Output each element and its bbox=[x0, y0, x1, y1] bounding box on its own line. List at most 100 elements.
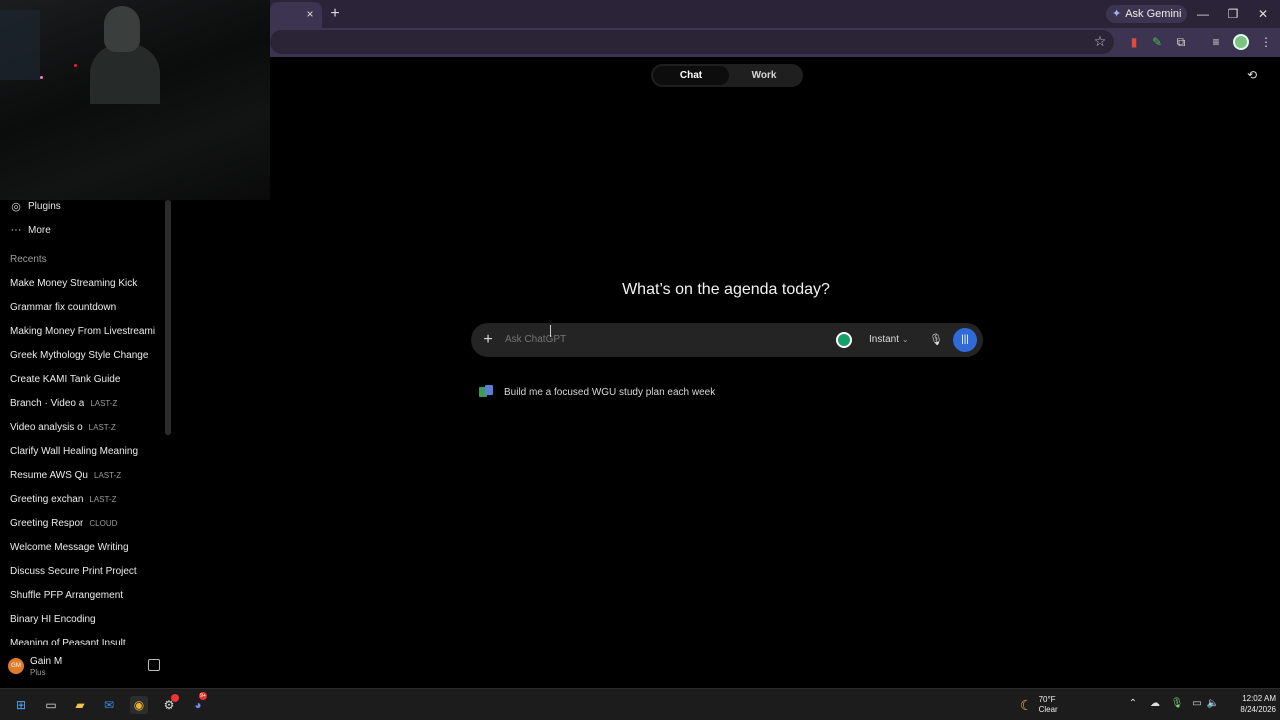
plugins-icon: ◎ bbox=[11, 200, 21, 213]
recent-chat-item[interactable]: Branch · Video a LAST-Z bbox=[10, 395, 155, 411]
recent-chat-title: Greeting exchan bbox=[10, 493, 84, 505]
recent-chat-title: Shuffle PFP Arrangement bbox=[10, 589, 124, 601]
chevron-down-icon: ⌄ bbox=[901, 335, 909, 344]
invite-gift-icon[interactable] bbox=[148, 659, 160, 671]
temporary-chat-icon[interactable]: ⟲ bbox=[1245, 68, 1259, 82]
recent-chat-item[interactable]: Welcome Message Writing bbox=[10, 539, 155, 555]
recent-chat-title: Making Money From Livestreamin bbox=[10, 325, 155, 337]
chat-composer: + Instant ⌄ 🎙 ||| bbox=[471, 323, 983, 357]
webcam-overlay bbox=[0, 0, 270, 200]
voice-mode-button[interactable]: ||| bbox=[953, 328, 977, 352]
tab-work[interactable]: Work bbox=[727, 66, 801, 85]
windows-start-icon[interactable]: ⊞ bbox=[12, 696, 30, 714]
recent-chat-title: Greek Mythology Style Change bbox=[10, 349, 149, 361]
network-icon[interactable]: ▭ bbox=[1190, 697, 1204, 711]
webcam-background-monitor bbox=[0, 10, 40, 80]
mic-tray-icon[interactable]: 🎙 bbox=[1170, 697, 1184, 711]
weather-temperature: 70°F bbox=[1038, 695, 1056, 704]
media-controls-icon[interactable]: ≡ bbox=[1208, 34, 1224, 50]
study-plan-icon bbox=[479, 385, 494, 399]
recent-chat-title: Make Money Streaming Kick bbox=[10, 277, 138, 289]
sidebar-item-more[interactable]: ··· More bbox=[10, 221, 51, 239]
address-bar[interactable] bbox=[270, 30, 1114, 54]
clock-date: 8/24/2026 bbox=[1240, 705, 1276, 714]
project-tag: CLOUD bbox=[89, 518, 118, 528]
more-icon: ··· bbox=[10, 224, 22, 236]
recent-chat-item[interactable]: Create KAMI Tank Guide bbox=[10, 371, 155, 387]
recent-chat-title: Resume AWS Qu bbox=[10, 469, 88, 481]
sidebar-item-plugins[interactable]: ◎ Plugins bbox=[10, 197, 61, 215]
recent-chat-title: Discuss Secure Print Project bbox=[10, 565, 137, 577]
outlook-icon[interactable]: ✉ bbox=[100, 696, 118, 714]
suggestion-item[interactable]: Build me a focused WGU study plan each w… bbox=[479, 383, 715, 401]
file-explorer-icon[interactable]: ▰ bbox=[71, 696, 89, 714]
system-clock[interactable]: 12:02 AM 8/24/2026 bbox=[1224, 693, 1276, 715]
discord-badge: 9+ bbox=[199, 692, 207, 700]
user-avatar: GM bbox=[8, 658, 24, 674]
tray-overflow-icon[interactable]: ⌃ bbox=[1126, 697, 1140, 711]
project-tag: LAST-Z bbox=[88, 422, 116, 432]
recent-chat-item[interactable]: Greek Mythology Style Change bbox=[10, 347, 155, 363]
close-window-icon[interactable]: ✕ bbox=[1252, 5, 1274, 23]
microphone-icon[interactable]: 🎙 bbox=[929, 331, 943, 349]
recent-chat-item[interactable]: Make Money Streaming Kick bbox=[10, 275, 155, 291]
sidebar-scrollbar[interactable] bbox=[165, 200, 171, 435]
chat-work-toggle: Chat Work bbox=[651, 64, 803, 87]
model-selector[interactable]: Instant ⌄ bbox=[869, 331, 917, 349]
weather-widget[interactable]: ☾ 70°F Clear bbox=[1020, 694, 1058, 716]
sidebar-item-label: More bbox=[28, 224, 51, 236]
task-view-icon[interactable]: ▭ bbox=[42, 696, 60, 714]
extension-pen-icon[interactable]: ✎ bbox=[1149, 34, 1165, 50]
restore-icon[interactable]: ❐ bbox=[1222, 5, 1244, 23]
add-attachment-icon[interactable]: + bbox=[481, 331, 495, 349]
bookmark-star-icon[interactable]: ☆ bbox=[1092, 33, 1108, 49]
recent-chat-item[interactable]: Making Money From Livestreamin bbox=[10, 323, 155, 339]
suggestion-text: Build me a focused WGU study plan each w… bbox=[504, 386, 716, 398]
tab-chat[interactable]: Chat bbox=[653, 66, 729, 85]
moon-icon: ☾ bbox=[1020, 696, 1033, 713]
clock-time: 12:02 AM bbox=[1242, 694, 1276, 703]
recent-chat-title: Welcome Message Writing bbox=[10, 541, 129, 553]
recent-chat-item[interactable]: Video analysis o LAST-Z bbox=[10, 419, 155, 435]
project-tag: LAST-Z bbox=[90, 398, 118, 408]
recent-chat-item[interactable]: Clarify Wall Healing Meaning bbox=[10, 443, 155, 459]
recent-chat-item[interactable]: Greeting exchan LAST-Z bbox=[10, 491, 155, 507]
recent-chat-item[interactable]: Grammar fix countdown bbox=[10, 299, 155, 315]
gemini-sparkle-icon: ✦ bbox=[1112, 8, 1122, 20]
recent-chat-item[interactable]: Resume AWS Qu LAST-Z bbox=[10, 467, 155, 483]
notification-dot bbox=[171, 694, 179, 702]
recent-chat-title: Create KAMI Tank Guide bbox=[10, 373, 121, 385]
recent-chat-item[interactable]: Greeting Respor CLOUD bbox=[10, 515, 155, 531]
recent-chat-item[interactable]: Binary HI Encoding bbox=[10, 611, 155, 627]
grammarly-icon[interactable] bbox=[836, 332, 852, 348]
recent-chat-item[interactable]: Meaning of Peasant Insult bbox=[10, 637, 155, 645]
recent-chat-title: Greeting Respor bbox=[10, 517, 84, 529]
user-account-menu[interactable]: GM Gain M Plus bbox=[8, 656, 168, 680]
recent-chat-title: Binary HI Encoding bbox=[10, 613, 96, 625]
model-label: Instant bbox=[869, 334, 900, 345]
extension-red-icon[interactable]: ▮ bbox=[1126, 34, 1142, 50]
volume-icon[interactable]: 🔈 bbox=[1206, 697, 1220, 711]
webcam-light bbox=[74, 64, 77, 67]
recent-chat-item[interactable]: Shuffle PFP Arrangement bbox=[10, 587, 155, 603]
minimize-icon[interactable]: — bbox=[1192, 5, 1214, 23]
webcam-person-head bbox=[104, 6, 140, 52]
weather-text: 70°F Clear bbox=[1039, 695, 1058, 715]
chrome-icon[interactable]: ◉ bbox=[130, 696, 148, 714]
browser-menu-icon[interactable]: ⋮ bbox=[1258, 34, 1274, 50]
sidebar-item-label: Plugins bbox=[28, 200, 61, 212]
recent-chat-title: Branch · Video a bbox=[10, 397, 85, 409]
tab-close-icon[interactable]: × bbox=[302, 6, 318, 22]
recent-chat-item[interactable]: Discuss Secure Print Project bbox=[10, 563, 155, 579]
taskbar: ⊞ ▭ ▰ ✉ ◉ ⚙ ◕ 9+ ☾ 70°F Clear ⌃ ☁ 🎙 ▭ 🔈 … bbox=[0, 688, 1280, 720]
new-tab-button[interactable]: + bbox=[326, 5, 344, 23]
weather-condition: Clear bbox=[1038, 705, 1058, 714]
project-tag: LAST-Z bbox=[94, 470, 122, 480]
ask-gemini-button[interactable]: ✦ Ask Gemini bbox=[1106, 5, 1188, 23]
onedrive-icon[interactable]: ☁ bbox=[1148, 697, 1162, 711]
user-name: Gain M bbox=[30, 656, 63, 667]
project-tag: LAST-Z bbox=[89, 494, 117, 504]
profile-avatar-icon[interactable] bbox=[1233, 34, 1249, 50]
ask-gemini-label: Ask Gemini bbox=[1125, 8, 1182, 20]
extensions-puzzle-icon[interactable]: ⧉ bbox=[1173, 34, 1189, 50]
